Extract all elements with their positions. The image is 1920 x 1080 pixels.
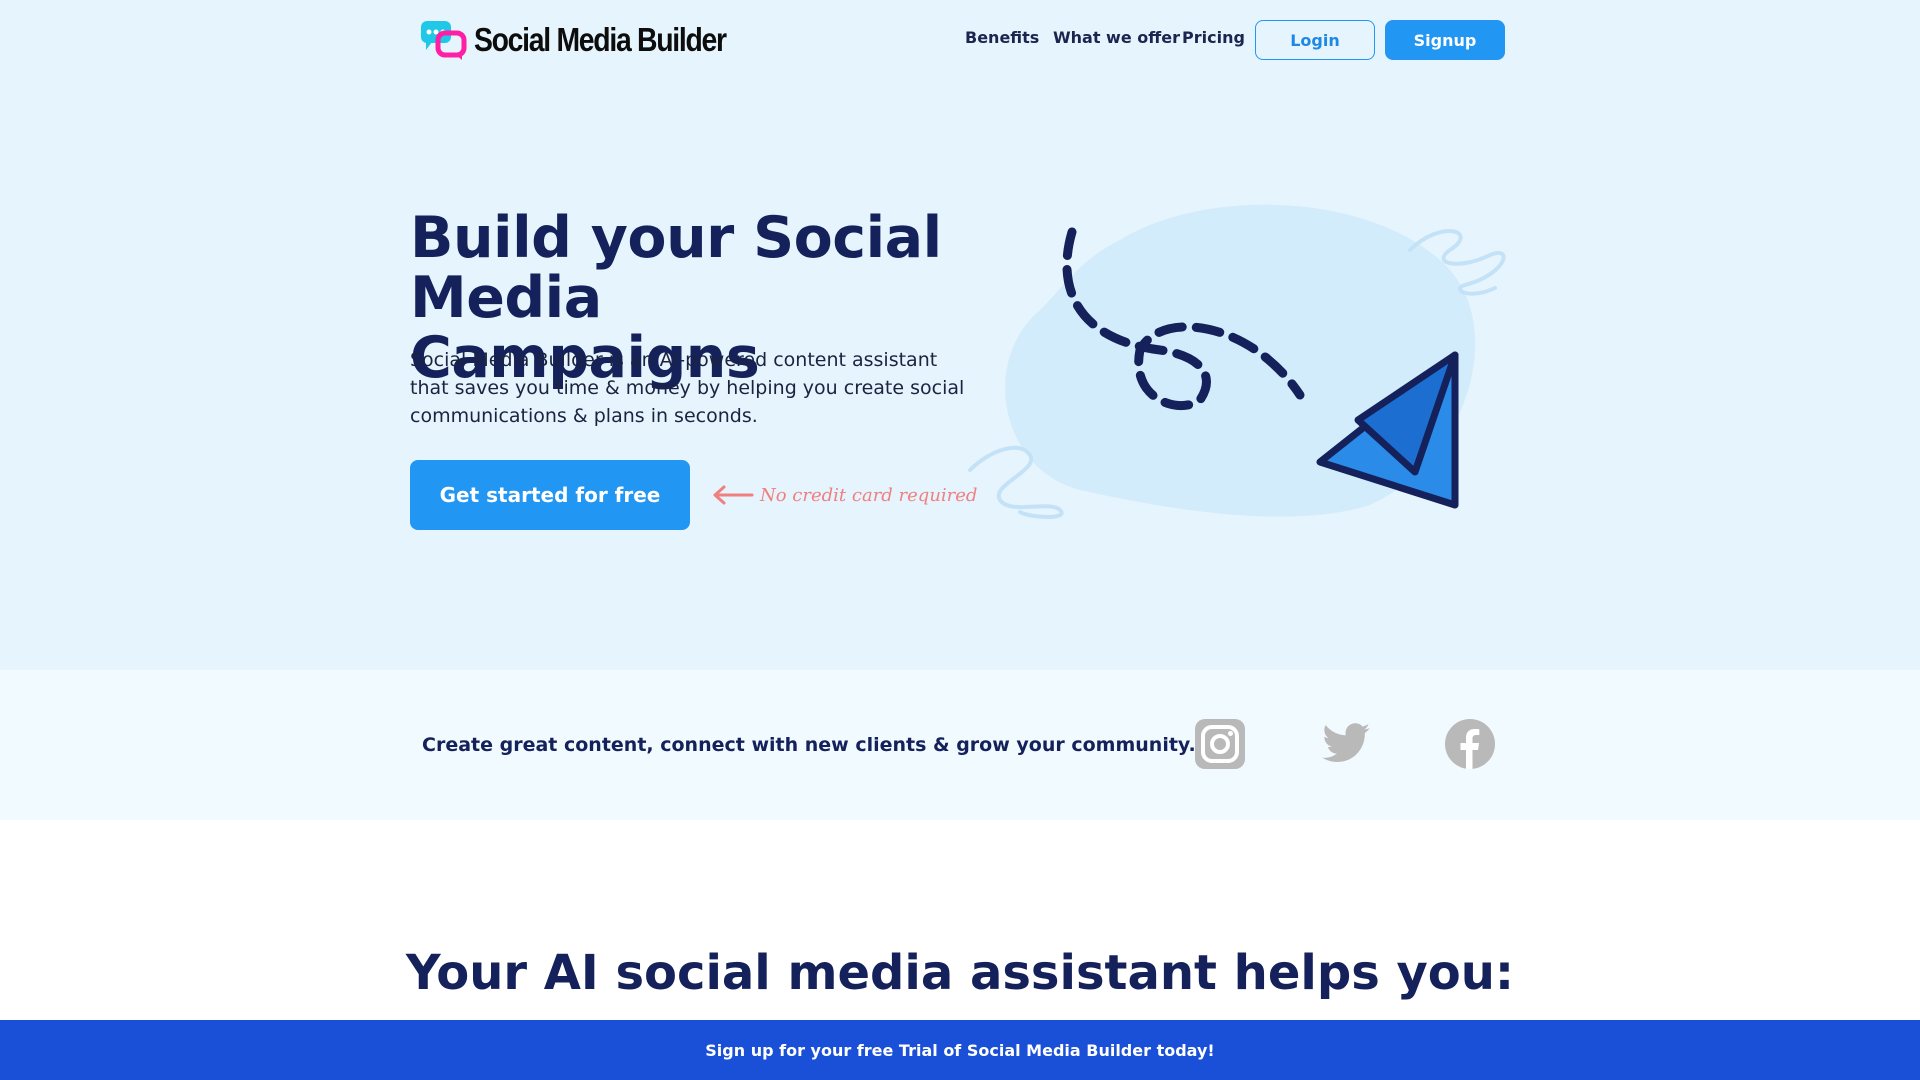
twitter-icon[interactable] bbox=[1316, 718, 1376, 770]
banner-text[interactable]: Sign up for your free Trial of Social Me… bbox=[705, 1041, 1214, 1060]
top-navigation: Social Media Builder Benefits What we of… bbox=[0, 0, 1920, 80]
get-started-button[interactable]: Get started for free bbox=[410, 460, 690, 530]
signup-banner[interactable]: Sign up for your free Trial of Social Me… bbox=[0, 1020, 1920, 1080]
no-credit-card-text: No credit card required bbox=[760, 484, 978, 506]
logo[interactable]: Social Media Builder bbox=[418, 18, 767, 62]
facebook-icon[interactable] bbox=[1444, 718, 1496, 770]
section-title: Your AI social media assistant helps you… bbox=[405, 945, 1515, 1001]
logo-chat-icon bbox=[421, 21, 467, 60]
hero-subtitle: Social Media Builder is an AI-powered co… bbox=[410, 349, 965, 427]
instagram-icon[interactable] bbox=[1194, 718, 1246, 770]
no-credit-card-note: No credit card required bbox=[710, 478, 977, 512]
nav-link-benefits[interactable]: Benefits bbox=[965, 28, 1039, 47]
nav-link-what-we-offer[interactable]: What we offer bbox=[1053, 28, 1180, 47]
paper-plane-illustration bbox=[968, 204, 1506, 519]
arrow-left-icon bbox=[713, 485, 754, 505]
logo-text: Social Media Builder bbox=[474, 21, 727, 58]
nav-link-pricing[interactable]: Pricing bbox=[1182, 28, 1245, 47]
strip-tagline: Create great content, connect with new c… bbox=[422, 734, 1196, 756]
login-button[interactable]: Login bbox=[1255, 20, 1375, 60]
signup-button[interactable]: Signup bbox=[1385, 20, 1505, 60]
hero-title-line-1: Build your Social bbox=[410, 205, 942, 271]
